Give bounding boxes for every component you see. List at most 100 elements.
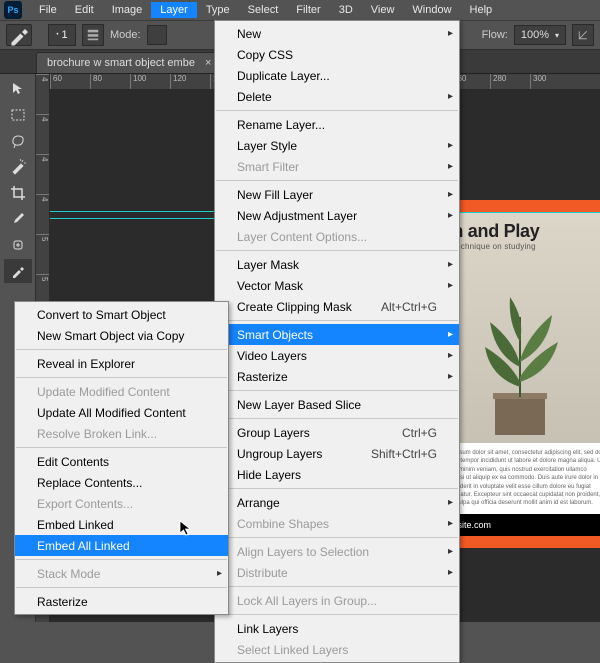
- menu-item-label: Edit Contents: [37, 455, 109, 469]
- submenu-arrow-icon: ▸: [217, 568, 222, 579]
- menu-item-label: Convert to Smart Object: [37, 308, 166, 322]
- menu-item-label: Rasterize: [237, 370, 288, 384]
- menu-item-label: Embed All Linked: [37, 539, 130, 553]
- menu-item-label: Layer Style: [237, 139, 297, 153]
- menu-item-label: Update All Modified Content: [37, 406, 186, 420]
- smart-menu-item[interactable]: Rasterize: [15, 591, 228, 612]
- layer-menu-item[interactable]: Layer Mask▸: [215, 254, 459, 275]
- smart-menu-item[interactable]: Reveal in Explorer: [15, 353, 228, 374]
- menu-item-label: Resolve Broken Link...: [37, 427, 157, 441]
- smart-menu-item[interactable]: Convert to Smart Object: [15, 304, 228, 325]
- menu-item-label: Layer Content Options...: [237, 230, 367, 244]
- menu-item-label: Export Contents...: [37, 497, 133, 511]
- menu-item-label: Combine Shapes: [237, 517, 329, 531]
- brush-panel-toggle[interactable]: [82, 24, 104, 46]
- menu-edit[interactable]: Edit: [66, 2, 103, 18]
- menu-item-label: Group Layers: [237, 426, 310, 440]
- layer-menu-item[interactable]: Copy CSS: [215, 44, 459, 65]
- layer-menu-item: Layer Content Options...: [215, 226, 459, 247]
- menu-item-label: Embed Linked: [37, 518, 114, 532]
- layer-menu-item[interactable]: Rasterize ▸: [215, 366, 459, 387]
- layer-menu-item[interactable]: Arrange▸: [215, 492, 459, 513]
- menu-view[interactable]: View: [362, 2, 404, 18]
- menu-layer[interactable]: Layer: [151, 2, 197, 18]
- menu-item-label: Link Layers: [237, 622, 298, 636]
- layer-menu-item[interactable]: Duplicate Layer...: [215, 65, 459, 86]
- layer-menu-item[interactable]: Hide Layers: [215, 464, 459, 485]
- close-icon[interactable]: ×: [205, 57, 211, 69]
- layer-menu-item[interactable]: Create Clipping MaskAlt+Ctrl+G: [215, 296, 459, 317]
- submenu-arrow-icon: ▸: [448, 371, 453, 382]
- current-tool-icon[interactable]: [6, 24, 32, 46]
- layer-menu-item[interactable]: New▸: [215, 23, 459, 44]
- smart-menu-item[interactable]: New Smart Object via Copy: [15, 325, 228, 346]
- layer-menu-item[interactable]: Rename Layer...: [215, 114, 459, 135]
- layer-menu-item[interactable]: Link Layers: [215, 618, 459, 639]
- menu-3d[interactable]: 3D: [330, 2, 362, 18]
- menu-item-label: Rasterize: [37, 595, 88, 609]
- submenu-arrow-icon: ▸: [448, 546, 453, 557]
- layer-menu-item[interactable]: Video Layers▸: [215, 345, 459, 366]
- menubar: Ps File Edit Image Layer Type Select Fil…: [0, 0, 600, 20]
- layer-menu-item[interactable]: New Fill Layer▸: [215, 184, 459, 205]
- eyedropper-tool[interactable]: [4, 207, 32, 231]
- layer-menu-item[interactable]: Group Layers Ctrl+G: [215, 422, 459, 443]
- smart-menu-item: Resolve Broken Link...: [15, 423, 228, 444]
- smart-menu-item[interactable]: Embed Linked: [15, 514, 228, 535]
- layer-menu-item[interactable]: Vector Mask▸: [215, 275, 459, 296]
- mode-label: Mode:: [110, 29, 141, 41]
- smart-menu-item: Update Modified Content: [15, 381, 228, 402]
- layer-menu-item[interactable]: New Layer Based Slice: [215, 394, 459, 415]
- menu-item-label: Copy CSS: [237, 48, 293, 62]
- crop-tool[interactable]: [4, 181, 32, 205]
- menu-item-label: Video Layers: [237, 349, 307, 363]
- flow-field[interactable]: 100%▾: [514, 25, 566, 45]
- menu-filter[interactable]: Filter: [287, 2, 329, 18]
- lasso-tool[interactable]: [4, 129, 32, 153]
- menu-window[interactable]: Window: [403, 2, 460, 18]
- airbrush-toggle[interactable]: [572, 24, 594, 46]
- layer-menu-item: Smart Filter▸: [215, 156, 459, 177]
- menu-item-label: Vector Mask: [237, 279, 303, 293]
- layer-menu-item[interactable]: Ungroup LayersShift+Ctrl+G: [215, 443, 459, 464]
- layer-menu-item[interactable]: New Adjustment Layer▸: [215, 205, 459, 226]
- brush-size-field[interactable]: • 1: [48, 24, 76, 46]
- smart-menu-item[interactable]: Embed All Linked: [15, 535, 228, 556]
- menu-item-label: New Smart Object via Copy: [37, 329, 184, 343]
- menu-select[interactable]: Select: [239, 2, 288, 18]
- menu-image[interactable]: Image: [103, 2, 152, 18]
- menu-item-label: Ungroup Layers: [237, 447, 322, 461]
- menu-item-label: Lock All Layers in Group...: [237, 594, 377, 608]
- menu-file[interactable]: File: [30, 2, 66, 18]
- smart-menu-item[interactable]: Update All Modified Content: [15, 402, 228, 423]
- submenu-arrow-icon: ▸: [448, 567, 453, 578]
- layer-menu-item[interactable]: Smart Objects▸: [215, 324, 459, 345]
- layer-menu-item: Combine Shapes▸: [215, 513, 459, 534]
- menu-type[interactable]: Type: [197, 2, 239, 18]
- marquee-tool[interactable]: [4, 103, 32, 127]
- menu-item-label: Hide Layers: [237, 468, 301, 482]
- smart-menu-item[interactable]: Replace Contents...: [15, 472, 228, 493]
- menu-item-label: Smart Objects: [237, 328, 313, 342]
- smart-menu-item[interactable]: Edit Contents: [15, 451, 228, 472]
- menu-shortcut: Ctrl+G: [402, 426, 437, 440]
- menu-item-label: Reveal in Explorer: [37, 357, 135, 371]
- brush-tool[interactable]: [4, 259, 32, 283]
- menu-item-label: Replace Contents...: [37, 476, 142, 490]
- document-tab[interactable]: brochure w smart object embe ×: [36, 52, 230, 73]
- smart-menu-item: Stack Mode▸: [15, 563, 228, 584]
- menu-item-label: Rename Layer...: [237, 118, 325, 132]
- menu-item-label: Align Layers to Selection: [237, 545, 369, 559]
- menu-item-label: New Layer Based Slice: [237, 398, 361, 412]
- menu-item-label: New: [237, 27, 261, 41]
- app-logo: Ps: [4, 1, 22, 19]
- layer-menu-item[interactable]: Layer Style▸: [215, 135, 459, 156]
- layer-menu-item[interactable]: Delete▸: [215, 86, 459, 107]
- healing-tool[interactable]: [4, 233, 32, 257]
- magic-wand-tool[interactable]: [4, 155, 32, 179]
- menu-help[interactable]: Help: [461, 2, 502, 18]
- mode-dropdown[interactable]: [147, 25, 167, 45]
- flow-label: Flow:: [482, 29, 508, 41]
- menu-item-label: Smart Filter: [237, 160, 299, 174]
- move-tool[interactable]: [4, 77, 32, 101]
